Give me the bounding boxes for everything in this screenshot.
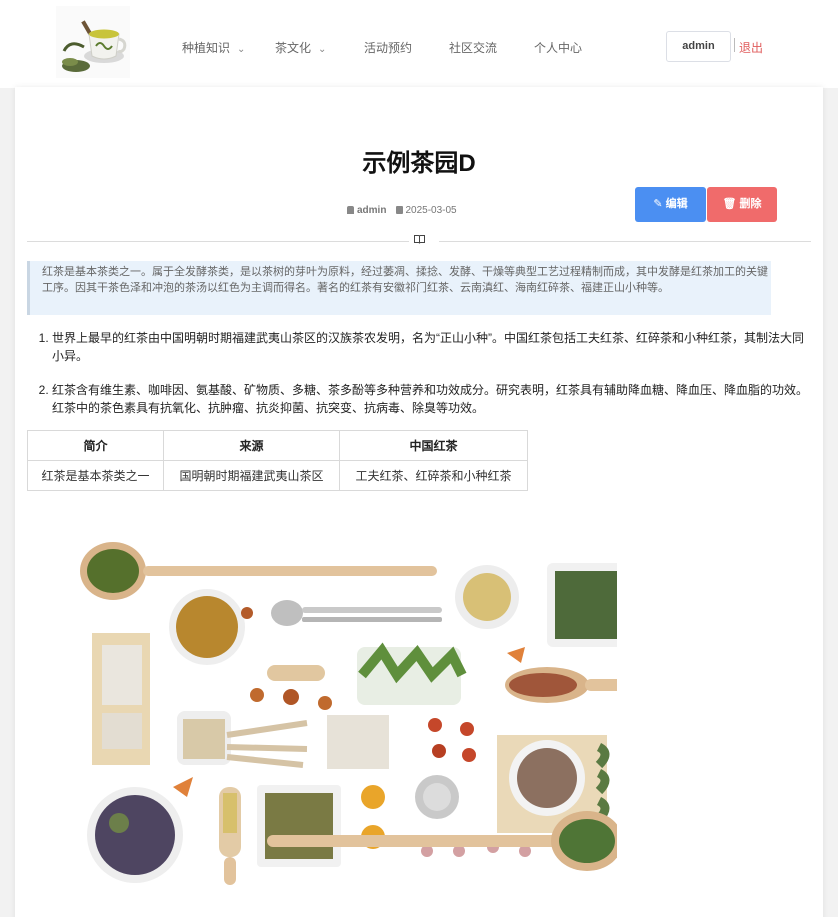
table-header: 中国红茶 — [339, 430, 528, 461]
delete-button[interactable]: 🗑︎ 删除 — [707, 187, 777, 222]
chevron-down-icon: ⌄ — [237, 44, 246, 55]
trash-icon: 🗑︎ — [722, 198, 737, 210]
herbs-and-tea-flatlay — [77, 535, 617, 895]
nav-item-profile[interactable]: 个人中心 — [534, 39, 582, 56]
nav-item-activity[interactable]: 活动预约 — [364, 39, 412, 56]
nav-item-label: 种植知识 — [182, 41, 231, 55]
table-header: 简介 — [27, 430, 164, 461]
logout-link[interactable]: 退出 — [739, 39, 763, 56]
edit-label: 编辑 — [665, 198, 688, 210]
nav-item-label: 茶文化 — [275, 41, 312, 55]
author-name: admin — [357, 205, 387, 216]
table-cell: 工夫红茶、红碎茶和小种红茶 — [339, 460, 528, 491]
table-cell: 国明朝时期福建武夷山茶区 — [163, 460, 340, 491]
content-list: 世界上最早的红茶由中国明朝时期福建武夷山茶区的汉族茶农发明，名为“正山小种”。中… — [52, 329, 812, 433]
user-icon — [347, 206, 354, 214]
divider — [439, 241, 811, 242]
edit-button[interactable]: ✎ 编辑 — [635, 187, 706, 222]
nav-item-label: 社区交流 — [449, 41, 498, 55]
publish-date: 2025-03-05 — [405, 205, 457, 216]
list-item: 世界上最早的红茶由中国明朝时期福建武夷山茶区的汉族茶农发明，名为“正山小种”。中… — [52, 329, 812, 365]
divider — [27, 241, 409, 242]
pencil-icon: ✎ — [653, 198, 663, 210]
tea-cup-logo[interactable] — [56, 6, 130, 78]
book-icon — [414, 235, 425, 247]
nav-item-tea-culture[interactable]: 茶文化 ⌄ — [275, 39, 326, 56]
calendar-icon — [396, 206, 404, 214]
top-header: 种植知识 ⌄ 茶文化 ⌄ 活动预约 社区交流 个人中心 admin 退出 — [0, 0, 838, 88]
table-row: 红茶是基本茶类之一 国明朝时期福建武夷山茶区 工夫红茶、红碎茶和小种红茶 — [27, 460, 528, 491]
article-meta: admin 2025-03-05 — [347, 205, 457, 216]
divider — [734, 38, 735, 52]
user-button[interactable]: admin — [666, 31, 731, 62]
chevron-down-icon: ⌄ — [318, 44, 327, 55]
info-table: 简介 来源 中国红茶 红茶是基本茶类之一 国明朝时期福建武夷山茶区 工夫红茶、红… — [27, 430, 528, 491]
nav-item-community[interactable]: 社区交流 — [449, 39, 497, 56]
table-header-row: 简介 来源 中国红茶 — [27, 430, 528, 461]
page-title: 示例茶园D — [362, 150, 476, 177]
nav-item-planting[interactable]: 种植知识 ⌄ — [182, 39, 245, 56]
table-cell: 红茶是基本茶类之一 — [27, 460, 164, 491]
nav-item-label: 活动预约 — [364, 41, 413, 55]
delete-label: 删除 — [739, 198, 762, 210]
table-header: 来源 — [163, 430, 340, 461]
summary-blockquote: 红茶是基本茶类之一。属于全发酵茶类，是以茶树的芽叶为原料，经过萎凋、揉捻、发酵、… — [27, 261, 771, 315]
list-item: 红茶含有维生素、咖啡因、氨基酸、矿物质、多糖、茶多酚等多种营养和功效成分。研究表… — [52, 381, 812, 417]
article-card: 示例茶园D admin 2025-03-05 ✎ 编辑 🗑︎ 删除 红茶是基本茶类… — [15, 87, 823, 917]
nav-item-label: 个人中心 — [534, 41, 583, 55]
